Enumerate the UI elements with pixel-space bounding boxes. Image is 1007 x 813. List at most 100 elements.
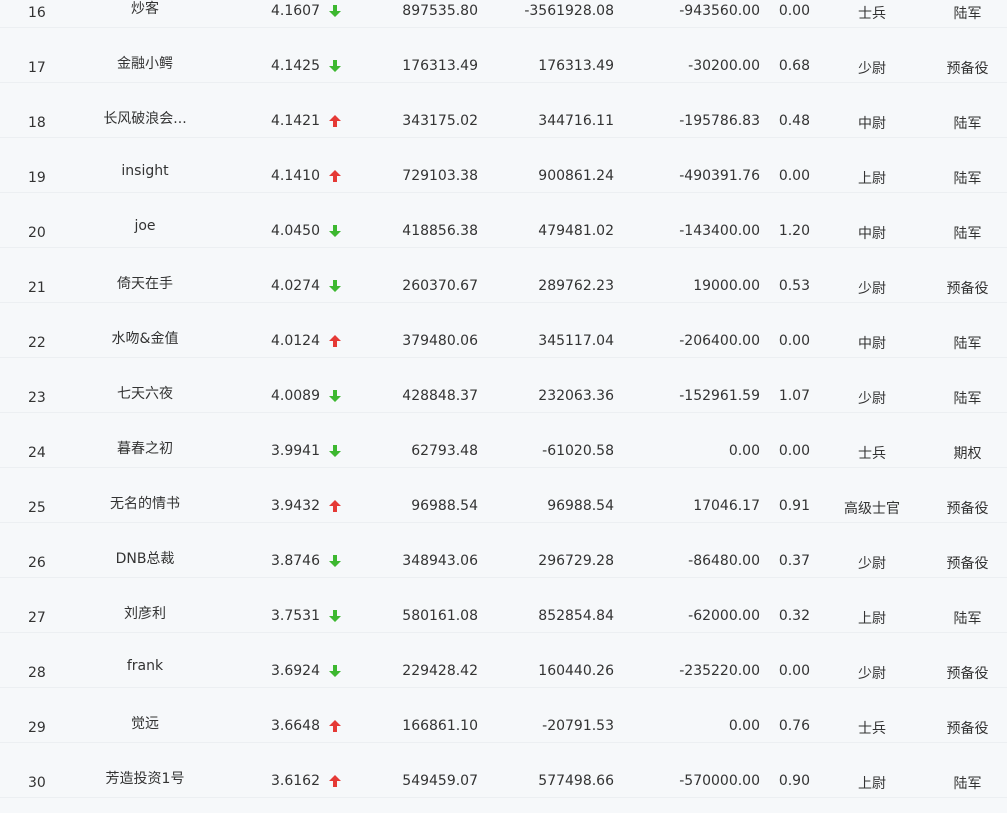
group-tag: 陆军 (953, 171, 982, 187)
rank-title: 中尉 (858, 116, 886, 132)
table-row[interactable]: 28 frank 3.6924 229428.42 160440.26 -235220.0… (0, 633, 1007, 688)
group-tag: 预备役 (946, 721, 989, 737)
user-name-link[interactable]: 暮春之初 (95, 438, 195, 458)
score-value: 3.6162 (271, 773, 320, 789)
value-col3: -195786.83 (679, 113, 760, 129)
user-name-link[interactable]: 七天六夜 (95, 383, 195, 403)
rank-title: 高级士官 (844, 501, 900, 517)
score-value: 3.8746 (271, 553, 320, 569)
user-name-link[interactable]: 倚天在手 (95, 273, 195, 293)
table-row[interactable]: 27 刘彦利 3.7531 580161.08 852854.84 -62000.00 0.… (0, 578, 1007, 633)
user-name-link[interactable]: DNB总裁 (95, 548, 195, 568)
group-tag: 陆军 (953, 391, 982, 407)
table-row[interactable]: 29 觉远 3.6648 166861.10 -20791.53 0.00 0.76 士兵 预备… (0, 688, 1007, 743)
table-row[interactable]: 25 无名的情书 3.9432 96988.54 96988.54 17046.17 0.9… (0, 468, 1007, 523)
table-row[interactable]: 23 七天六夜 4.0089 428848.37 232063.36 -152961.59… (0, 358, 1007, 413)
arrow-down-icon (328, 4, 342, 18)
arrow-up-icon (328, 114, 342, 128)
ranking-table: 16 炒客 4.1607 897535.80 -3561928.08 -943560.00… (0, 0, 1007, 798)
value-col1: 343175.02 (402, 113, 478, 129)
score-value: 4.0124 (271, 333, 320, 349)
value-col3: 17046.17 (693, 498, 760, 514)
value-col4: 1.20 (778, 223, 810, 239)
table-row[interactable]: 22 水吻&金值 4.0124 379480.06 345117.04 -206400.0… (0, 303, 1007, 358)
rank-title: 少尉 (858, 61, 886, 77)
arrow-up-icon (328, 334, 342, 348)
user-name-link[interactable]: joe (95, 218, 195, 234)
value-col4: 0.00 (778, 443, 810, 459)
table-row[interactable]: 17 金融小鳄 4.1425 176313.49 176313.49 -30200.00 0… (0, 28, 1007, 83)
table-row[interactable]: 19 insight 4.1410 729103.38 900861.24 -490391… (0, 138, 1007, 193)
table-row[interactable]: 18 长风破浪会... 4.1421 343175.02 344716.11 -19578… (0, 83, 1007, 138)
score-value: 4.1421 (271, 113, 320, 129)
value-col3: -30200.00 (688, 58, 760, 74)
rank-number: 27 (28, 610, 46, 626)
value-col3: -490391.76 (679, 168, 760, 184)
arrow-down-icon (328, 279, 342, 293)
table-row[interactable]: 21 倚天在手 4.0274 260370.67 289762.23 19000.00 0.… (0, 248, 1007, 303)
score-value: 4.1410 (271, 168, 320, 184)
rank-number: 22 (28, 335, 46, 351)
rank-title: 中尉 (858, 226, 886, 242)
rank-number: 30 (28, 775, 46, 791)
value-col1: 729103.38 (402, 168, 478, 184)
user-name-link[interactable]: 炒客 (95, 0, 195, 18)
value-col1: 897535.80 (402, 3, 478, 19)
value-col3: -152961.59 (679, 388, 760, 404)
table-row[interactable]: 16 炒客 4.1607 897535.80 -3561928.08 -943560.00… (0, 0, 1007, 28)
rank-title: 上尉 (858, 776, 886, 792)
value-col3: -62000.00 (688, 608, 760, 624)
value-col2: 96988.54 (547, 498, 614, 514)
table-row[interactable]: 26 DNB总裁 3.8746 348943.06 296729.28 -86480.00… (0, 523, 1007, 578)
user-name-link[interactable]: 长风破浪会... (95, 108, 195, 128)
value-col2: 900861.24 (538, 168, 614, 184)
user-name-link[interactable]: 芳造投资1号 (95, 768, 195, 788)
user-name-link[interactable]: insight (95, 163, 195, 179)
value-col3: -143400.00 (679, 223, 760, 239)
value-col4: 0.68 (778, 58, 810, 74)
rank-number: 24 (28, 445, 46, 461)
table-row[interactable]: 20 joe 4.0450 418856.38 479481.02 -143400.00 1… (0, 193, 1007, 248)
score-value: 3.9432 (271, 498, 320, 514)
table-row[interactable]: 30 芳造投资1号 3.6162 549459.07 577498.66 -570000.… (0, 743, 1007, 798)
value-col3: -206400.00 (679, 333, 760, 349)
rank-title: 上尉 (858, 611, 886, 627)
value-col3: -570000.00 (679, 773, 760, 789)
rank-title: 上尉 (858, 171, 886, 187)
score-value: 4.0274 (271, 278, 320, 294)
value-col1: 428848.37 (402, 388, 478, 404)
user-name-link[interactable]: 刘彦利 (95, 603, 195, 623)
user-name-link[interactable]: 金融小鳄 (95, 53, 195, 73)
value-col3: 0.00 (728, 718, 760, 734)
score-value: 4.1425 (271, 58, 320, 74)
group-tag: 陆军 (953, 776, 982, 792)
user-name-link[interactable]: frank (95, 658, 195, 674)
group-tag: 陆军 (953, 116, 982, 132)
value-col3: -86480.00 (688, 553, 760, 569)
value-col1: 379480.06 (402, 333, 478, 349)
value-col1: 96988.54 (411, 498, 478, 514)
value-col4: 0.53 (778, 278, 810, 294)
group-tag: 预备役 (946, 501, 989, 517)
rank-number: 28 (28, 665, 46, 681)
table-row[interactable]: 24 暮春之初 3.9941 62793.48 -61020.58 0.00 0.00 士兵 期… (0, 413, 1007, 468)
arrow-down-icon (328, 444, 342, 458)
value-col2: -3561928.08 (524, 3, 614, 19)
user-name-link[interactable]: 无名的情书 (95, 493, 195, 513)
user-name-link[interactable]: 水吻&金值 (95, 328, 195, 348)
rank-number: 25 (28, 500, 46, 516)
rank-title: 士兵 (858, 446, 886, 462)
value-col1: 62793.48 (411, 443, 478, 459)
arrow-up-icon (328, 774, 342, 788)
score-value: 4.0450 (271, 223, 320, 239)
value-col4: 0.91 (778, 498, 810, 514)
value-col3: 19000.00 (693, 278, 760, 294)
value-col4: 0.00 (778, 168, 810, 184)
value-col2: 344716.11 (538, 113, 614, 129)
value-col2: -61020.58 (542, 443, 614, 459)
rank-title: 少尉 (858, 666, 886, 682)
group-tag: 预备役 (946, 556, 989, 572)
group-tag: 陆军 (953, 336, 982, 352)
user-name-link[interactable]: 觉远 (95, 713, 195, 733)
rank-title: 士兵 (858, 721, 886, 737)
